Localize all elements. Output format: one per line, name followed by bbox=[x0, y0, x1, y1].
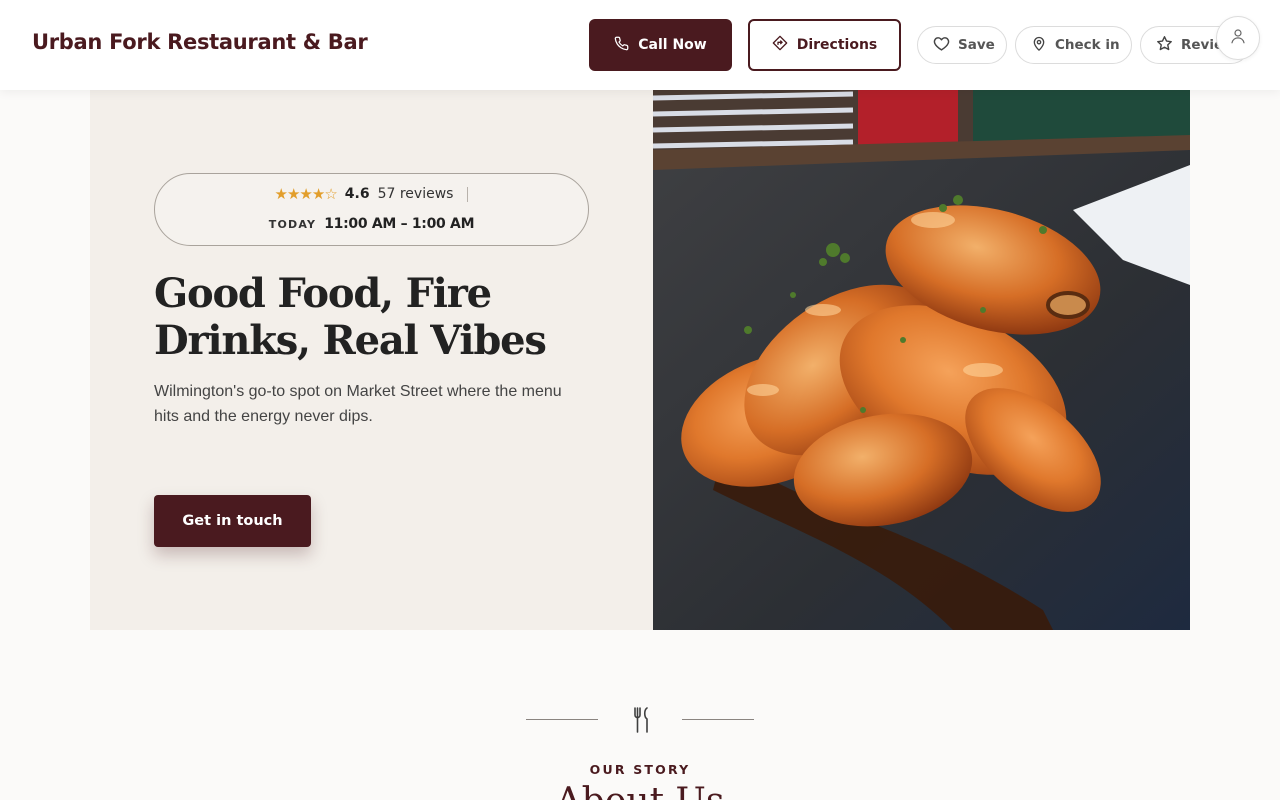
call-now-label: Call Now bbox=[638, 37, 707, 53]
fork-knife-icon bbox=[628, 706, 654, 738]
top-header: Urban Fork Restaurant & Bar Call Now Dir… bbox=[0, 0, 1280, 90]
map-pin-icon bbox=[1031, 35, 1047, 56]
review-count[interactable]: 57 reviews bbox=[378, 186, 454, 202]
directions-button[interactable]: Directions bbox=[748, 19, 901, 71]
restaurant-name[interactable]: Urban Fork Restaurant & Bar bbox=[32, 30, 368, 54]
account-button[interactable] bbox=[1216, 16, 1260, 60]
divider-left bbox=[526, 719, 598, 720]
save-label: Save bbox=[958, 37, 995, 53]
divider bbox=[467, 186, 469, 202]
rating-value: 4.6 bbox=[344, 186, 370, 202]
opening-hours: 11:00 AM – 1:00 AM bbox=[324, 216, 475, 232]
phone-icon bbox=[614, 36, 629, 55]
get-in-touch-button[interactable]: Get in touch bbox=[154, 495, 311, 547]
hero-title: Good Food, Fire Drinks, Real Vibes bbox=[154, 270, 547, 364]
save-button[interactable]: Save bbox=[917, 26, 1007, 64]
star-icon bbox=[1156, 35, 1173, 56]
hero-food-image bbox=[653, 90, 1190, 630]
directions-icon bbox=[772, 35, 788, 55]
directions-label: Directions bbox=[796, 37, 878, 53]
today-label: TODAY bbox=[268, 217, 317, 231]
check-in-label: Check in bbox=[1055, 37, 1120, 53]
heart-icon bbox=[933, 35, 950, 56]
divider-right bbox=[682, 719, 754, 720]
rating-row: ★★★★☆ 4.6 57 reviews bbox=[155, 185, 588, 203]
hero-subtitle: Wilmington's go-to spot on Market Street… bbox=[154, 383, 562, 425]
hours-row: TODAY 11:00 AM – 1:00 AM bbox=[155, 216, 588, 232]
section-eyebrow: OUR STORY bbox=[589, 762, 691, 777]
user-icon bbox=[1229, 27, 1247, 49]
rating-hours-card: ★★★★☆ 4.6 57 reviews TODAY 11:00 AM – 1:… bbox=[154, 173, 589, 246]
star-rating: ★★★★☆ bbox=[274, 185, 338, 203]
section-title: About Us bbox=[0, 782, 1280, 800]
call-now-button[interactable]: Call Now bbox=[589, 19, 732, 71]
check-in-button[interactable]: Check in bbox=[1015, 26, 1132, 64]
